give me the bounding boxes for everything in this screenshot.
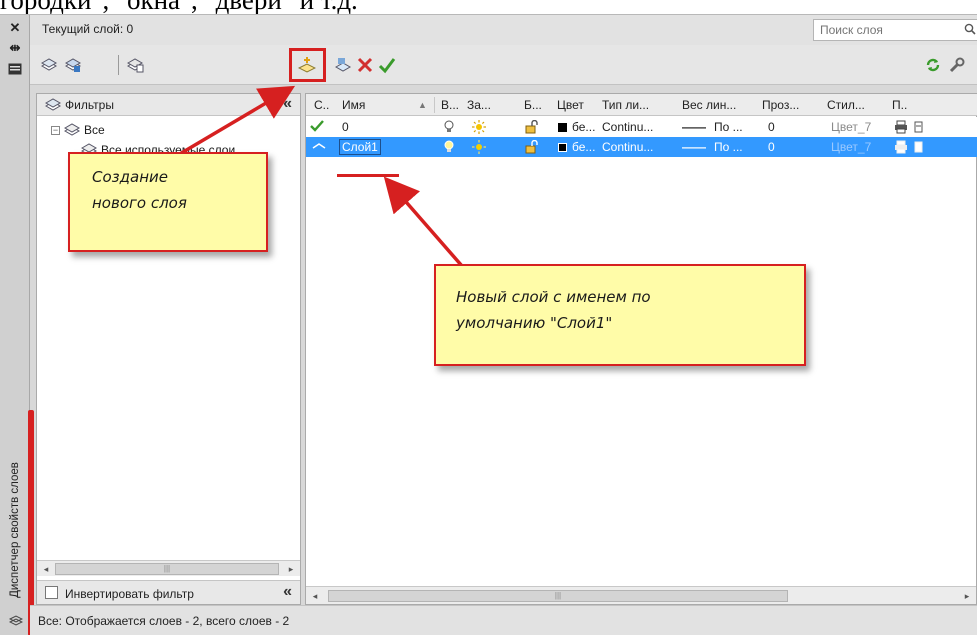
new-property-filter-icon[interactable] — [40, 56, 58, 74]
delete-layer-icon[interactable] — [356, 56, 374, 74]
color-swatch[interactable] — [558, 143, 567, 152]
layer-color[interactable]: бе... — [572, 140, 595, 154]
new-layer-highlight — [289, 48, 326, 82]
close-icon[interactable]: ✕ — [6, 19, 24, 35]
current-layer-check-icon — [310, 120, 324, 132]
lineweight-dash: —— — [682, 120, 706, 134]
highlight-stripe — [28, 410, 34, 635]
new-vp-freeze-icon[interactable] — [914, 140, 924, 154]
note2-line1: Новый слой с именем по — [456, 288, 651, 306]
bulb-on-icon[interactable] — [444, 120, 454, 134]
tree-node-all-label: Все — [84, 123, 105, 137]
status-bar: Все: Отображается слоев - 2, всего слоев… — [30, 605, 977, 635]
sun-thawed-icon[interactable] — [472, 120, 486, 134]
page-caption: городки", "окна", "двери" и т.д. — [0, 0, 977, 14]
sun-thawed-icon[interactable] — [472, 140, 486, 154]
scroll-right-icon[interactable]: ▸ — [962, 590, 972, 602]
column-lineweight[interactable]: Вес лин... — [682, 98, 736, 112]
column-on[interactable]: В... — [441, 98, 459, 112]
layer-transparency[interactable]: 0 — [768, 120, 775, 134]
layer-lineweight[interactable]: По ... — [714, 140, 743, 154]
invert-filter-label: Инвертировать фильтр — [65, 587, 194, 601]
column-freeze[interactable]: За... — [467, 98, 491, 112]
color-swatch[interactable] — [558, 123, 567, 132]
note1-line1: Создание — [92, 168, 168, 186]
invert-filter-checkbox[interactable] — [45, 586, 58, 599]
collapse-panel-icon[interactable]: « — [283, 583, 292, 601]
layers-icon — [8, 615, 24, 627]
scroll-thumb[interactable]: ||| — [328, 590, 788, 602]
scroll-thumb[interactable]: ||| — [55, 563, 279, 575]
unlock-icon[interactable] — [525, 140, 539, 154]
column-name[interactable]: Имя — [342, 98, 365, 112]
column-linetype[interactable]: Тип ли... — [602, 98, 649, 112]
layer-stack-icon — [64, 123, 80, 136]
tree-node-all[interactable]: − Все — [51, 122, 105, 138]
column-plot-style[interactable]: Стил... — [827, 98, 865, 112]
sort-ascending-icon: ▲ — [418, 100, 427, 110]
name-underline — [337, 174, 399, 177]
new-vp-freeze-icon[interactable] — [914, 120, 924, 134]
new-group-filter-icon[interactable] — [64, 56, 82, 74]
note1-line2: нового слоя — [92, 194, 187, 212]
table-row[interactable]: 0 бе... Continu... —— По ... 0 Цвет_7 — [306, 117, 977, 137]
layer-plot-style: Цвет_7 — [831, 140, 872, 154]
annotation-default-name: Новый слой с именем по умолчанию "Слой1" — [434, 264, 806, 366]
scroll-left-icon[interactable]: ◂ — [41, 563, 51, 575]
refresh-icon[interactable] — [924, 56, 942, 74]
settings-wrench-icon[interactable] — [948, 56, 966, 74]
layer-name[interactable]: 0 — [342, 120, 349, 134]
layers-horizontal-scrollbar[interactable]: ◂ ||| ▸ — [306, 586, 976, 604]
search-icon[interactable] — [964, 23, 976, 35]
column-lock[interactable]: Б... — [524, 98, 542, 112]
invert-filter-row: Инвертировать фильтр « — [37, 580, 300, 604]
column-status[interactable]: С.. — [314, 98, 329, 112]
properties-icon[interactable] — [6, 61, 24, 77]
set-current-icon[interactable] — [378, 56, 396, 74]
scroll-right-icon[interactable]: ▸ — [286, 563, 296, 575]
layer-color[interactable]: бе... — [572, 120, 595, 134]
header-row: Текущий слой: 0 — [30, 15, 977, 45]
bulb-on-icon[interactable] — [444, 140, 454, 154]
palette-title: Диспетчер свойств слоев — [9, 462, 21, 598]
layer-name-edit-field[interactable]: Слой1 — [339, 139, 381, 155]
autohide-icon[interactable]: ⇹ — [6, 39, 24, 55]
toolbar-separator — [118, 55, 119, 75]
layer-edit-icon — [312, 143, 326, 149]
scroll-left-icon[interactable]: ◂ — [310, 590, 320, 602]
table-row-selected[interactable]: Слой1 бе... Continu... —— По ... 0 Цвет_… — [306, 137, 977, 157]
filters-horizontal-scrollbar[interactable]: ◂ ||| ▸ — [37, 560, 300, 576]
column-header-row: С.. Имя ▲ В... За... Б... Цвет Тип ли...… — [306, 94, 977, 116]
column-color[interactable]: Цвет — [557, 98, 584, 112]
layer-states-manager-icon[interactable] — [126, 56, 144, 74]
current-layer-label: Текущий слой: 0 — [42, 22, 134, 36]
note2-line2: умолчанию "Слой1" — [456, 314, 613, 332]
new-layer-vp-frozen-icon[interactable] — [334, 56, 352, 74]
layer-linetype[interactable]: Continu... — [602, 120, 653, 134]
collapse-filters-icon[interactable]: « — [283, 95, 292, 113]
filters-header: Фильтры « — [37, 94, 300, 116]
printer-icon[interactable] — [894, 120, 908, 134]
filters-title: Фильтры — [65, 98, 114, 112]
status-text: Все: Отображается слоев - 2, всего слоев… — [38, 614, 290, 628]
column-plot[interactable]: П.. — [892, 98, 907, 112]
search-box[interactable] — [813, 19, 977, 41]
printer-icon[interactable] — [894, 140, 908, 154]
palette-side-strip: ✕ ⇹ Диспетчер свойств слоев — [0, 15, 30, 635]
tree-toggle-icon[interactable]: − — [51, 125, 60, 135]
lineweight-dash: —— — [682, 140, 706, 154]
filter-tree-icon — [45, 98, 61, 111]
layer-linetype[interactable]: Continu... — [602, 140, 653, 154]
search-input[interactable] — [814, 20, 964, 40]
column-transparency[interactable]: Проз... — [762, 98, 799, 112]
column-divider — [434, 97, 435, 113]
layer-lineweight[interactable]: По ... — [714, 120, 743, 134]
layer-plot-style: Цвет_7 — [831, 120, 872, 134]
unlock-icon[interactable] — [525, 120, 539, 134]
layer-transparency[interactable]: 0 — [768, 140, 775, 154]
annotation-create-layer: Создание нового слоя — [68, 152, 268, 252]
toolbar — [30, 45, 977, 85]
